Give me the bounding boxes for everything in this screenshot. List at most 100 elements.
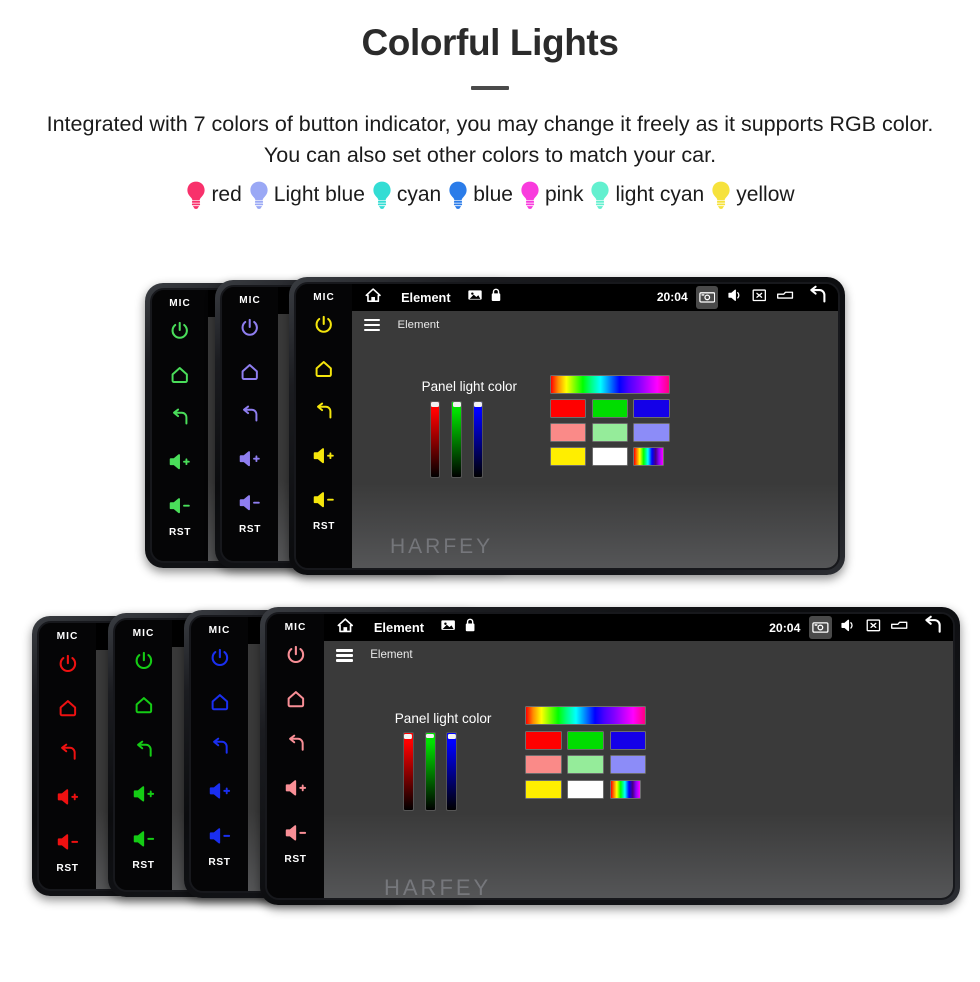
- rst-label[interactable]: RST: [313, 521, 335, 532]
- volume-up-icon[interactable]: [168, 451, 191, 477]
- green-slider[interactable]: [451, 400, 462, 479]
- power-icon[interactable]: [239, 317, 260, 343]
- volume-down-icon[interactable]: [208, 825, 232, 852]
- volume-up-icon[interactable]: [238, 448, 261, 474]
- rst-label[interactable]: RST: [169, 527, 191, 538]
- image-icon[interactable]: [467, 287, 483, 308]
- swatch-blue[interactable]: [633, 399, 670, 418]
- volume-up-icon[interactable]: [56, 786, 80, 813]
- back-arrow-icon[interactable]: [285, 733, 307, 760]
- volume-mute-icon[interactable]: [840, 617, 857, 639]
- slider-knob[interactable]: [431, 401, 440, 407]
- home-icon[interactable]: [313, 358, 334, 384]
- volume-down-icon[interactable]: [132, 828, 156, 855]
- home-icon[interactable]: [285, 688, 307, 715]
- swatch-white[interactable]: [591, 447, 629, 467]
- swatch-yellow[interactable]: [550, 447, 587, 467]
- swatch-rainbow[interactable]: [609, 779, 641, 799]
- swatch-rainbow[interactable]: [633, 447, 665, 467]
- back-arrow-icon[interactable]: [57, 742, 79, 769]
- hamburger-menu-icon[interactable]: [364, 318, 381, 331]
- power-icon[interactable]: [209, 647, 231, 674]
- back-arrow-icon[interactable]: [313, 401, 334, 427]
- close-box-icon[interactable]: [751, 287, 768, 309]
- volume-up-icon[interactable]: [284, 777, 308, 804]
- volume-down-icon[interactable]: [238, 492, 261, 518]
- swatch-periwinkle[interactable]: [633, 423, 670, 443]
- swatch-red[interactable]: [550, 399, 587, 418]
- power-icon[interactable]: [57, 653, 79, 680]
- panel-light-color-settings: Panel light color: [352, 338, 838, 568]
- window-icon[interactable]: [890, 618, 909, 637]
- swatch-green[interactable]: [567, 730, 605, 750]
- volume-up-icon[interactable]: [312, 445, 335, 471]
- status-back-icon[interactable]: [806, 284, 829, 311]
- swatch-red[interactable]: [525, 730, 562, 750]
- hamburger-menu-icon[interactable]: [336, 649, 353, 662]
- camera-icon[interactable]: [808, 616, 832, 640]
- blue-slider[interactable]: [472, 400, 484, 479]
- volume-down-icon[interactable]: [312, 489, 335, 515]
- legend-item-label: Light blue: [273, 183, 365, 207]
- swatch-salmon[interactable]: [525, 755, 562, 775]
- rst-label[interactable]: RST: [208, 857, 230, 868]
- swatch-white[interactable]: [567, 779, 605, 799]
- slider-knob[interactable]: [452, 401, 461, 407]
- red-slider[interactable]: [402, 732, 414, 812]
- volume-down-icon[interactable]: [56, 831, 80, 858]
- device-top-yellow[interactable]: MIC RST Element 20:04 Element Panel light col…: [289, 277, 845, 575]
- swatch-salmon[interactable]: [550, 423, 587, 443]
- close-box-icon[interactable]: [865, 617, 882, 639]
- window-icon[interactable]: [776, 288, 794, 307]
- power-icon[interactable]: [313, 314, 334, 340]
- volume-mute-icon[interactable]: [727, 287, 744, 309]
- home-icon[interactable]: [169, 364, 190, 390]
- rst-label[interactable]: RST: [132, 860, 154, 871]
- volume-up-icon[interactable]: [132, 783, 156, 810]
- home-icon[interactable]: [57, 697, 79, 724]
- blue-slider[interactable]: [446, 732, 458, 812]
- rst-label[interactable]: RST: [239, 524, 261, 535]
- camera-icon[interactable]: [695, 286, 719, 309]
- swatch-light-green[interactable]: [591, 423, 629, 443]
- power-icon[interactable]: [169, 320, 190, 346]
- power-icon[interactable]: [285, 644, 307, 671]
- hero-section: Colorful Lights Integrated with 7 colors…: [0, 0, 980, 170]
- swatch-periwinkle[interactable]: [609, 755, 647, 775]
- slider-knob[interactable]: [425, 733, 435, 739]
- home-icon[interactable]: [133, 694, 155, 721]
- volume-up-icon[interactable]: [208, 780, 232, 807]
- back-arrow-icon[interactable]: [239, 404, 260, 430]
- back-arrow-icon[interactable]: [209, 736, 231, 763]
- power-icon[interactable]: [133, 650, 155, 677]
- volume-down-icon[interactable]: [284, 822, 308, 849]
- slider-knob[interactable]: [473, 401, 482, 407]
- red-slider[interactable]: [429, 400, 441, 479]
- status-back-icon[interactable]: [921, 614, 944, 642]
- slider-knob[interactable]: [447, 733, 456, 739]
- green-slider[interactable]: [424, 732, 436, 812]
- swatch-light-green[interactable]: [567, 755, 605, 775]
- touchscreen[interactable]: Element 20:04 Element Panel light color: [352, 284, 838, 568]
- device-bottom-pink[interactable]: MIC RST Element 20:04 Element Panel light col…: [260, 607, 960, 905]
- back-arrow-icon[interactable]: [133, 739, 155, 766]
- volume-down-icon[interactable]: [168, 495, 191, 521]
- hue-gradient-bar[interactable]: [525, 706, 647, 726]
- lock-icon[interactable]: [488, 287, 504, 308]
- hue-gradient-bar[interactable]: [550, 375, 670, 394]
- lock-icon[interactable]: [462, 617, 478, 638]
- swatch-yellow[interactable]: [525, 779, 562, 799]
- app-bar-title: Element: [397, 318, 440, 331]
- back-arrow-icon[interactable]: [169, 407, 190, 433]
- home-icon[interactable]: [209, 691, 231, 718]
- touchscreen[interactable]: Element 20:04 Element Panel light color: [324, 614, 953, 898]
- home-icon[interactable]: [239, 361, 260, 387]
- slider-knob[interactable]: [404, 733, 413, 739]
- image-icon[interactable]: [440, 617, 456, 638]
- status-home-icon[interactable]: [336, 616, 355, 640]
- swatch-green[interactable]: [591, 399, 629, 418]
- rst-label[interactable]: RST: [284, 854, 306, 865]
- rst-label[interactable]: RST: [56, 863, 78, 874]
- swatch-blue[interactable]: [609, 730, 647, 750]
- status-home-icon[interactable]: [364, 286, 382, 309]
